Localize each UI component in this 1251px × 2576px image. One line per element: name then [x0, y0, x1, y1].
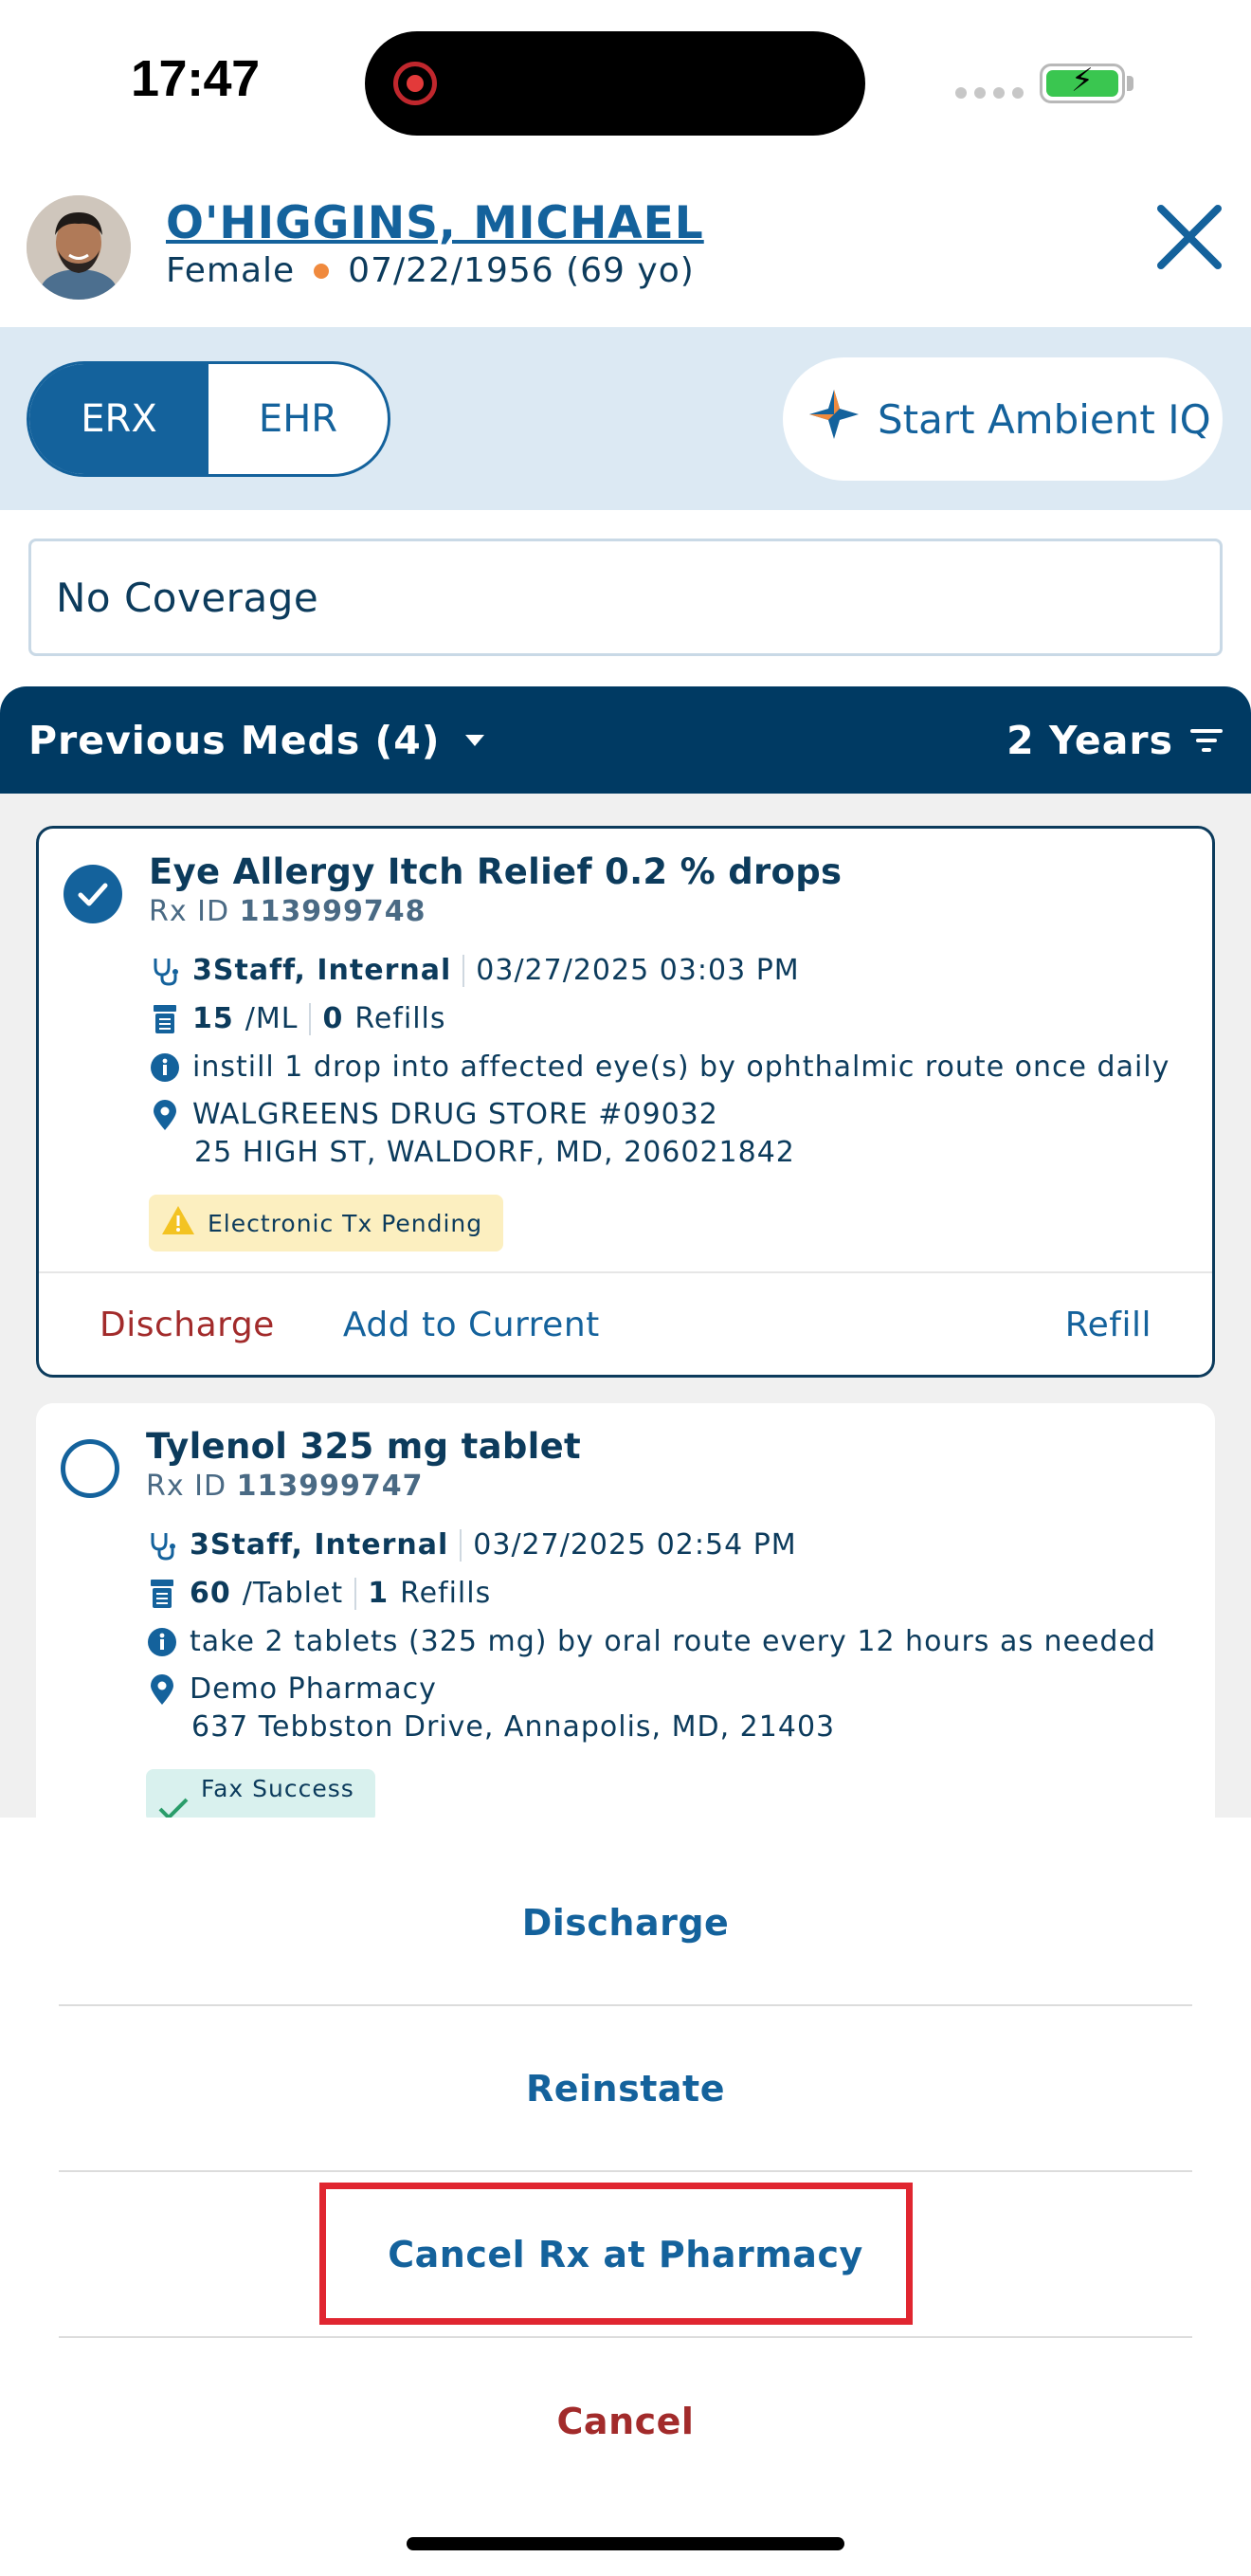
rx-datetime: 03/27/2025 02:54 PM [473, 1528, 797, 1562]
recording-icon [393, 62, 437, 105]
refills-label: Refills [400, 1577, 492, 1610]
quantity: 15 [192, 1002, 234, 1035]
range-label: 2 Years [1006, 717, 1173, 763]
pharmacy-row: Demo Pharmacy [146, 1672, 437, 1706]
home-indicator [407, 2537, 844, 2550]
pharmacy-address: 25 HIGH ST, WALDORF, MD, 206021842 [194, 1136, 795, 1169]
instructions-row: instill 1 drop into affected eye(s) by o… [149, 1050, 1169, 1084]
quantity-row: 60 /Tablet 1 Refills [146, 1577, 491, 1610]
stethoscope-icon [146, 1529, 178, 1562]
dynamic-island [365, 31, 865, 136]
range-filter[interactable]: 2 Years [1006, 718, 1223, 763]
status-text: Electronic Tx Pending [208, 1209, 483, 1237]
pill-bottle-icon [149, 1003, 181, 1035]
avatar [27, 195, 131, 300]
patient-sex: Female [166, 251, 296, 290]
add-to-current-link[interactable]: Add to Current [343, 1306, 600, 1344]
warning-icon [160, 1204, 196, 1242]
prescriber: 3Staff, Internal [190, 1528, 449, 1562]
toggle-erx[interactable]: ERX [29, 364, 208, 474]
rx-id: Rx ID 113999747 [146, 1470, 424, 1503]
meta-dot [314, 263, 330, 279]
status-badge: Electronic Tx Pending [149, 1195, 504, 1251]
selected-check-icon[interactable] [63, 865, 122, 923]
toggle-ehr[interactable]: EHR [208, 364, 388, 474]
patient-dob: 07/22/1956 (69 yo) [348, 251, 695, 290]
info-icon [149, 1051, 181, 1084]
pharmacy-name: Demo Pharmacy [190, 1672, 437, 1706]
quantity: 60 [190, 1577, 231, 1610]
instructions: instill 1 drop into affected eye(s) by o… [192, 1050, 1170, 1084]
ambient-label: Start Ambient IQ [878, 395, 1211, 443]
start-ambient-button[interactable]: Start Ambient IQ [783, 357, 1223, 481]
med-list: Eye Allergy Itch Relief 0.2 % drops Rx I… [0, 794, 1251, 1818]
rx-id: Rx ID 113999748 [149, 895, 426, 928]
unit: /Tablet [242, 1577, 344, 1610]
caret-down-icon [464, 734, 484, 746]
status-time: 17:47 [131, 50, 260, 107]
refill-link[interactable]: Refill [1065, 1306, 1151, 1344]
med-name: Eye Allergy Itch Relief 0.2 % drops [149, 851, 843, 892]
highlight-box [319, 2183, 913, 2325]
med-card[interactable]: Tylenol 325 mg tablet Rx ID 113999747 3S… [36, 1403, 1215, 1818]
filter-icon [1190, 728, 1223, 752]
refills-count: 0 [322, 1002, 344, 1035]
med-card[interactable]: Eye Allergy Itch Relief 0.2 % drops Rx I… [36, 826, 1215, 1378]
instructions: take 2 tablets (325 mg) by oral route ev… [190, 1625, 1156, 1658]
card-actions: Discharge Add to Current Refill [39, 1271, 1212, 1377]
sheet-cancel-button[interactable]: Cancel [59, 2338, 1192, 2504]
patient-meta: Female 07/22/1956 (69 yo) [166, 251, 695, 290]
prescriber-row: 3Staff, Internal 03/27/2025 03:03 PM [149, 954, 800, 987]
prescriber-row: 3Staff, Internal 03/27/2025 02:54 PM [146, 1528, 797, 1562]
quantity-row: 15 /ML 0 Refills [149, 1002, 446, 1035]
coverage-field[interactable]: No Coverage [28, 539, 1223, 656]
med-name: Tylenol 325 mg tablet [146, 1426, 582, 1467]
meds-title: Previous Meds (4) [28, 717, 441, 763]
status-text: Fax Success [201, 1775, 354, 1802]
pharmacy-row: WALGREENS DRUG STORE #09032 [149, 1098, 718, 1131]
battery-icon: ⚡ [1040, 64, 1125, 103]
refills-count: 1 [368, 1577, 390, 1610]
location-pin-icon [146, 1673, 178, 1706]
discharge-link[interactable]: Discharge [100, 1306, 275, 1344]
battery-tip [1127, 76, 1133, 91]
signal-icon [955, 87, 1024, 99]
unit: /ML [245, 1002, 299, 1035]
close-icon[interactable] [1147, 194, 1232, 280]
previous-meds-dropdown[interactable]: Previous Meds (4) [28, 718, 486, 763]
refills-label: Refills [354, 1002, 446, 1035]
location-pin-icon [149, 1099, 181, 1131]
previous-meds-bar: Previous Meds (4) 2 Years [0, 686, 1251, 794]
unselected-radio-icon[interactable] [61, 1439, 119, 1498]
pharmacy-address: 637 Tebbston Drive, Annapolis, MD, 21403 [191, 1710, 836, 1744]
sheet-discharge-button[interactable]: Discharge [59, 1840, 1192, 2006]
info-icon [146, 1626, 178, 1658]
instructions-row: take 2 tablets (325 mg) by oral route ev… [146, 1625, 1156, 1658]
checkmark-icon [157, 1796, 190, 1818]
stethoscope-icon [149, 955, 181, 987]
sheet-reinstate-button[interactable]: Reinstate [59, 2006, 1192, 2172]
prescriber: 3Staff, Internal [192, 954, 452, 987]
status-badge: Fax Success [146, 1769, 375, 1818]
pharmacy-name: WALGREENS DRUG STORE #09032 [192, 1098, 718, 1131]
sparkle-icon [807, 388, 861, 450]
rx-datetime: 03/27/2025 03:03 PM [476, 954, 800, 987]
pill-bottle-icon [146, 1578, 178, 1610]
patient-name[interactable]: O'HIGGINS, MICHAEL [166, 197, 704, 249]
mode-toggle[interactable]: ERX EHR [27, 361, 390, 477]
